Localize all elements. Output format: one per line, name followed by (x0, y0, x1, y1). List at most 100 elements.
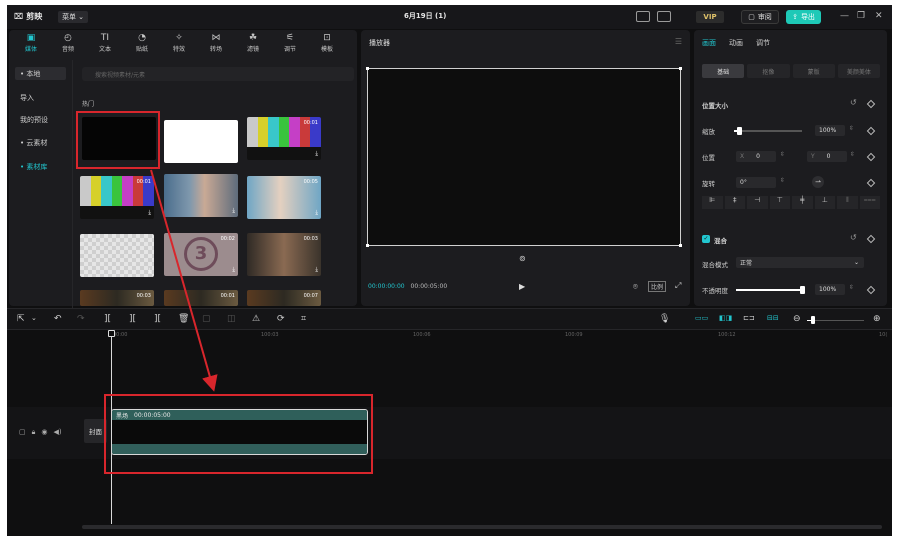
time-ruler[interactable]: 00:00 100:03 100:06 100:09 100:12 10( (107, 331, 892, 341)
download-icon[interactable]: ⤓ (148, 209, 151, 217)
sidebar-item[interactable]: • 云素材 (15, 136, 66, 149)
snap-icon[interactable]: ⊟⊟ (767, 314, 779, 322)
stepper-icon[interactable]: ⇳ (780, 177, 785, 184)
download-icon[interactable]: ⤓ (315, 150, 318, 158)
zoom-out-icon[interactable]: ⊖ (793, 314, 801, 324)
undo-icon[interactable]: ↶ (54, 314, 62, 324)
zoom-slider[interactable] (807, 320, 864, 321)
tab-transition[interactable]: ⋈ 转场 (203, 30, 229, 56)
inspector-segment[interactable]: 美颜美体 (837, 64, 880, 78)
search-input[interactable]: 搜索视频素材/元素 (82, 67, 354, 81)
tab-template[interactable]: ⊡ 模板 (314, 30, 340, 56)
download-icon[interactable]: ⤓ (232, 207, 235, 215)
tab-sticker[interactable]: ◔ 贴纸 (129, 30, 155, 56)
media-thumbnail[interactable]: 00:07 (247, 290, 321, 306)
keyframe-icon[interactable] (866, 152, 876, 162)
download-icon[interactable]: ⤓ (148, 267, 151, 275)
reset-icon[interactable]: ↺ (850, 233, 857, 242)
linkage-icon[interactable]: ⊏⊐ (743, 314, 755, 322)
media-thumbnail[interactable]: ⤓ (80, 234, 154, 277)
inspector-tab[interactable]: 动画 (729, 38, 743, 48)
keyboard-shortcut-icon[interactable] (636, 11, 650, 22)
tab-audio[interactable]: ◴ 音频 (55, 30, 81, 56)
inspector-tab[interactable]: 画面 (702, 38, 716, 48)
microphone-icon[interactable]: 🎙 (659, 314, 670, 324)
resize-handle[interactable] (679, 244, 682, 247)
export-button[interactable]: ⇪ 导出 (786, 10, 821, 24)
preview-axis-icon[interactable]: ◧◨ (719, 314, 732, 322)
position-y-input[interactable]: Y 0 (807, 151, 847, 162)
media-thumbnail[interactable]: 00:01 (164, 290, 238, 306)
distribute-h-icon[interactable]: ⫴ (837, 196, 858, 209)
inspector-segment[interactable]: 基础 (702, 64, 745, 78)
menu-button[interactable]: 菜单 ⌄ (58, 11, 88, 23)
sidebar-item[interactable]: 我的预设 (15, 113, 66, 126)
track-cover-icon[interactable]: ▢ (19, 428, 26, 437)
tab-filter[interactable]: ☘ 滤镜 (240, 30, 266, 56)
media-thumbnail[interactable]: 3 00:02 ⤓ (164, 233, 238, 276)
media-thumbnail[interactable]: 00:05 ⤓ (247, 176, 321, 219)
eye-icon[interactable]: ◉ (41, 428, 47, 437)
preview-canvas[interactable] (366, 67, 682, 247)
blend-mode-select[interactable]: 正常 ⌄ (736, 257, 864, 268)
lock-icon[interactable]: 🔒︎ (32, 428, 36, 437)
align-top-icon[interactable]: ⊤ (769, 196, 790, 209)
media-thumbnail[interactable]: 00:03 ⤓ (247, 233, 321, 276)
media-thumbnail[interactable] (164, 120, 238, 163)
download-icon[interactable]: ⤓ (315, 266, 318, 274)
resize-handle[interactable] (679, 67, 682, 70)
align-center-h-icon[interactable]: ‡ (724, 196, 745, 209)
split-right-icon[interactable]: ][ (154, 314, 161, 324)
distribute-v-icon[interactable]: ⩶ (859, 196, 880, 209)
inspector-segment[interactable]: 蒙版 (792, 64, 835, 78)
redo-icon[interactable]: ↷ (77, 314, 85, 324)
timeline-scrollbar[interactable] (82, 525, 882, 529)
stepper-icon[interactable]: ⇳ (849, 284, 854, 291)
stepper-icon[interactable]: ⇳ (849, 125, 854, 132)
close-icon[interactable]: ✕ (875, 11, 883, 21)
tab-adjust[interactable]: ⚟ 调节 (277, 30, 303, 56)
blend-checkbox[interactable]: ✓ (702, 235, 710, 243)
scale-slider-knob[interactable] (737, 127, 742, 135)
download-icon[interactable]: ⤓ (315, 209, 318, 217)
reverse-icon[interactable]: ◫ (227, 314, 236, 324)
zoom-slider-knob[interactable] (811, 316, 815, 324)
tab-text[interactable]: TI 文本 (92, 30, 118, 56)
link-main-track-icon[interactable]: ▭▭ (695, 314, 708, 322)
align-bottom-icon[interactable]: ⊥ (814, 196, 835, 209)
delete-icon[interactable]: 🗑 (178, 314, 189, 324)
rotate-input[interactable]: 0° (736, 177, 776, 188)
reset-icon[interactable]: ↺ (850, 98, 857, 107)
layout-icon[interactable] (657, 11, 671, 22)
freeze-icon[interactable]: ▢ (202, 314, 211, 324)
opacity-input[interactable]: 100% (815, 284, 845, 295)
playhead-handle[interactable] (108, 330, 115, 337)
tab-media[interactable]: ▣ 媒体 (18, 30, 44, 56)
vip-badge[interactable]: VIP (696, 11, 724, 23)
inspector-segment[interactable]: 抠像 (747, 64, 790, 78)
tab-effects[interactable]: ✧ 特效 (166, 30, 192, 56)
keyframe-icon[interactable] (866, 285, 876, 295)
keyframe-icon[interactable] (866, 99, 876, 109)
align-right-icon[interactable]: ⊣ (747, 196, 768, 209)
align-center-v-icon[interactable]: ╪ (792, 196, 813, 209)
ratio-button[interactable]: 比例 (648, 281, 667, 292)
align-left-icon[interactable]: ⊫ (702, 196, 723, 209)
download-icon[interactable]: ⤓ (232, 266, 235, 274)
zoom-in-icon[interactable]: ⊕ (873, 314, 881, 324)
chevron-down-icon[interactable]: ⌄ (31, 314, 37, 322)
position-x-input[interactable]: X 0 (736, 151, 776, 162)
maximize-icon[interactable]: ❐ (857, 11, 865, 21)
scale-slider[interactable] (734, 130, 802, 132)
rotate-handle-icon[interactable]: ⊚ (519, 254, 526, 263)
scale-input[interactable]: 100% (815, 125, 845, 136)
sidebar-item[interactable]: 导入 (15, 91, 66, 104)
inspector-tab[interactable]: 调节 (756, 38, 770, 48)
media-thumbnail[interactable]: 00:03 (80, 290, 154, 306)
keyframe-icon[interactable] (866, 126, 876, 136)
keyframe-icon[interactable] (866, 178, 876, 188)
stepper-icon[interactable]: ⇳ (780, 151, 785, 158)
keyframe-icon[interactable] (866, 234, 876, 244)
review-button[interactable]: ▢ 审阅 (741, 10, 779, 24)
menu-icon[interactable]: ☰ (675, 37, 682, 46)
